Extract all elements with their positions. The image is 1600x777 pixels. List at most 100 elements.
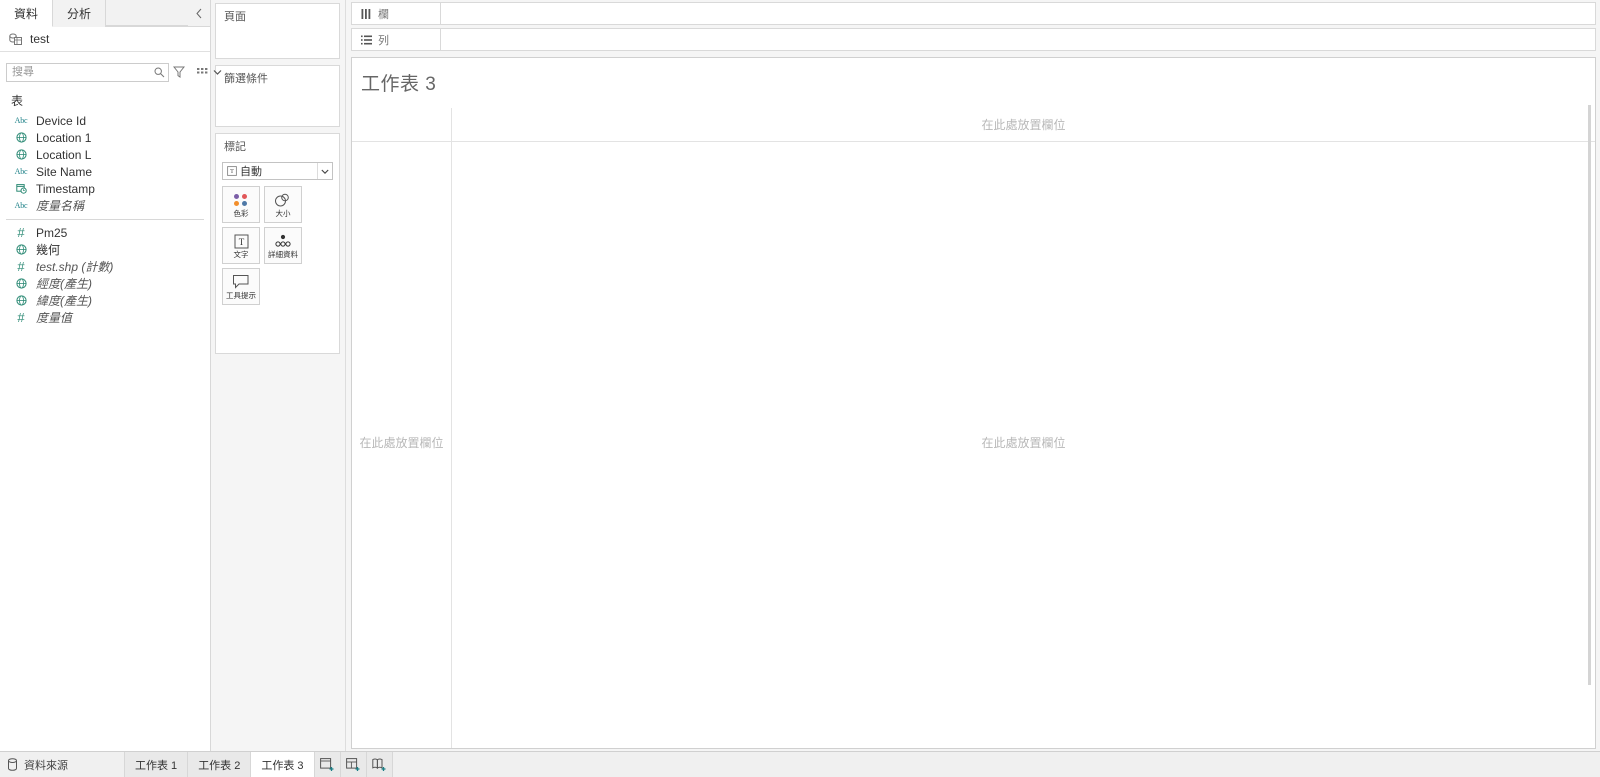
field-site-name[interactable]: Abc Site Name: [0, 163, 210, 180]
number-icon: #: [17, 259, 25, 274]
marks-detail-button[interactable]: 詳細資料: [264, 227, 302, 264]
search-icon: [154, 66, 165, 77]
marks-detail-label: 詳細資料: [268, 250, 298, 260]
worksheet-title: 工作表 3: [361, 74, 437, 95]
marks-tooltip-label: 工具提示: [226, 291, 256, 301]
pages-card-title: 頁面: [224, 11, 246, 23]
svg-text:T: T: [238, 237, 244, 247]
data-source-icon: [8, 758, 17, 771]
marks-text-label: 文字: [233, 250, 249, 260]
field-label: test.shp (計數): [36, 260, 114, 274]
workbook-body: 資料 分析 test 搜尋 表 Abc Device Id Location 1…: [0, 0, 1600, 751]
worksheet-corner-cell: [352, 108, 452, 141]
field-label: Pm25: [36, 225, 68, 240]
worksheet-grid: 在此處放置欄位 在此處放置欄位 在此處放置欄位: [352, 108, 1595, 748]
sheet-tab-3[interactable]: 工作表 3: [251, 752, 315, 777]
marks-tooltip-button[interactable]: 工具提示: [222, 268, 260, 305]
columns-shelf[interactable]: 欄: [351, 2, 1596, 25]
search-toolbar: [0, 59, 222, 85]
view-mode-button[interactable]: [197, 64, 209, 80]
worksheet-vertical-scrollbar[interactable]: [1585, 105, 1594, 746]
field-pm25[interactable]: # Pm25: [0, 224, 210, 241]
marks-color-button[interactable]: 色彩: [222, 186, 260, 223]
columns-shelf-dropzone[interactable]: [441, 2, 1596, 25]
row-field-dropzone[interactable]: 在此處放置欄位: [352, 142, 452, 748]
chevron-left-icon: [196, 8, 202, 18]
tab-analytics[interactable]: 分析: [53, 0, 107, 27]
worksheet-header-row: 在此處放置欄位: [352, 108, 1595, 142]
field-timestamp[interactable]: Timestamp: [0, 180, 210, 197]
field-label: Location 1: [36, 130, 92, 145]
field-device-id[interactable]: Abc Device Id: [0, 112, 210, 129]
measures-list: # Pm25 幾何 # test.shp (計數) 經度(產生) 緯度(產生) …: [0, 224, 210, 326]
column-drop-text: 在此處放置欄位: [981, 118, 1066, 132]
data-pane: 資料 分析 test 搜尋 表 Abc Device Id Location 1…: [0, 0, 222, 751]
main-worksheet-area: 欄 列 工作表 3 在此處放置欄位 在此處放置欄位 在此處放置欄位: [346, 0, 1600, 751]
columns-icon: [360, 8, 372, 19]
rows-shelf-dropzone[interactable]: [441, 28, 1596, 51]
sheet-tab-2[interactable]: 工作表 2: [188, 752, 252, 777]
new-worksheet-icon: [319, 757, 334, 771]
field-geometry[interactable]: 幾何: [0, 241, 210, 258]
field-label: 經度(產生): [36, 277, 92, 291]
mark-type-label: 自動: [240, 166, 262, 178]
worksheet-canvas-container: 工作表 3 在此處放置欄位 在此處放置欄位 在此處放置欄位: [351, 57, 1596, 749]
filters-card-title: 篩選條件: [224, 73, 268, 85]
shelves-block: 欄 列: [346, 0, 1600, 54]
collapse-pane-button[interactable]: [188, 0, 210, 26]
dimensions-list: Abc Device Id Location 1 Location L Abc …: [0, 112, 210, 214]
canvas-drop-text: 在此處放置欄位: [981, 436, 1066, 450]
detail-icon: [273, 232, 293, 250]
new-worksheet-button[interactable]: [314, 752, 341, 777]
rows-shelf[interactable]: 列: [351, 28, 1596, 51]
field-label: Location L: [36, 147, 92, 162]
scrollbar-thumb[interactable]: [1588, 105, 1591, 685]
data-source-name: test: [30, 32, 50, 46]
data-source-row[interactable]: test: [0, 27, 210, 52]
new-story-button[interactable]: [366, 752, 393, 777]
field-label: 緯度(產生): [36, 294, 92, 308]
pages-card[interactable]: 頁面: [215, 3, 340, 59]
cards-column: 頁面 篩選條件 標記 T 自動 色彩 大小 T 文字 詳細資料 工具提示: [211, 0, 346, 751]
globe-icon: [14, 132, 28, 143]
new-dashboard-button[interactable]: [340, 752, 367, 777]
globe-icon: [14, 278, 28, 289]
globe-icon: [14, 295, 28, 306]
marks-color-label: 色彩: [233, 209, 249, 219]
color-icon: [234, 191, 248, 209]
rows-label-text: 列: [378, 34, 389, 47]
tab-analytics-label: 分析: [67, 7, 92, 21]
field-measure-names[interactable]: Abc 度量名稱: [0, 197, 210, 214]
field-measure-values[interactable]: # 度量值: [0, 309, 210, 326]
data-source-tab[interactable]: 資料來源: [0, 752, 125, 777]
svg-text:T: T: [230, 168, 234, 175]
filter-fields-button[interactable]: [173, 64, 185, 80]
field-latitude-generated[interactable]: 緯度(產生): [0, 292, 210, 309]
field-location-l[interactable]: Location L: [0, 146, 210, 163]
chevron-down-icon: [317, 163, 332, 179]
text-icon: T: [234, 232, 249, 250]
search-input[interactable]: [12, 66, 154, 78]
marks-text-button[interactable]: T 文字: [222, 227, 260, 264]
marks-size-button[interactable]: 大小: [264, 186, 302, 223]
column-field-dropzone[interactable]: 在此處放置欄位: [452, 108, 1595, 141]
sheet-tab-label: 工作表 3: [261, 759, 304, 772]
field-location-1[interactable]: Location 1: [0, 129, 210, 146]
view-mode-dropdown[interactable]: [213, 64, 222, 80]
grid-view-icon: [197, 68, 208, 74]
sheet-tab-1[interactable]: 工作表 1: [125, 752, 189, 777]
number-icon: #: [17, 225, 25, 240]
field-label: 幾何: [36, 243, 61, 257]
chevron-down-icon: [213, 70, 222, 75]
dimension-measure-divider: [6, 219, 204, 220]
field-label: Device Id: [36, 113, 87, 128]
search-box[interactable]: [6, 62, 169, 82]
tab-data[interactable]: 資料: [0, 0, 54, 27]
mark-property-buttons: 色彩 大小 T 文字 詳細資料 工具提示: [216, 186, 339, 313]
field-longitude-generated[interactable]: 經度(產生): [0, 275, 210, 292]
worksheet-plot-area[interactable]: 在此處放置欄位: [452, 142, 1595, 748]
filters-card[interactable]: 篩選條件: [215, 65, 340, 127]
mark-type-dropdown[interactable]: T 自動: [222, 162, 333, 180]
field-testshp-count[interactable]: # test.shp (計數): [0, 258, 210, 275]
rows-shelf-label: 列: [351, 28, 441, 51]
